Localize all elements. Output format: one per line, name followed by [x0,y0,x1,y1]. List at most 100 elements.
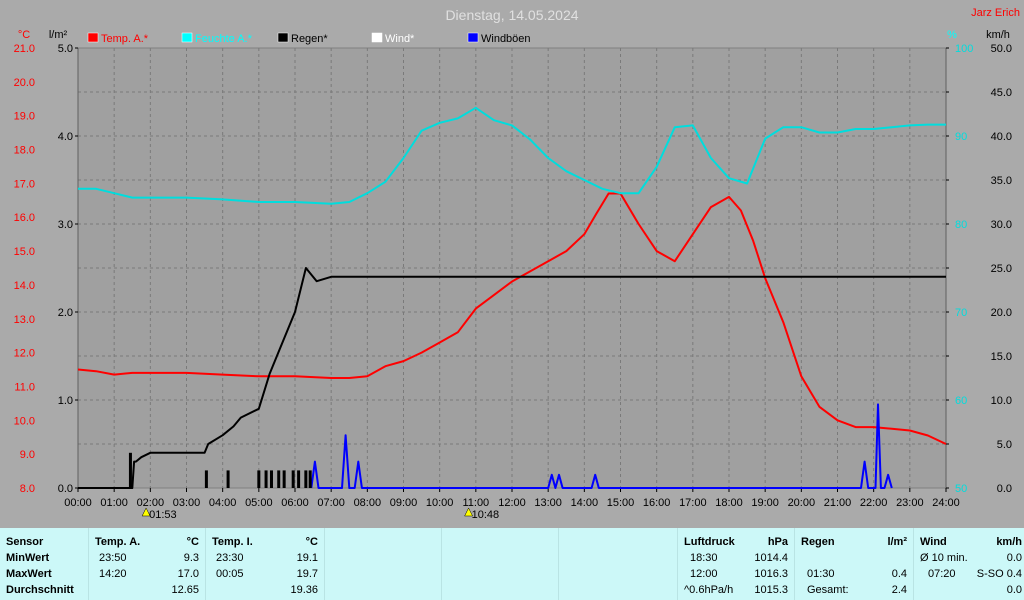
temp-a-max-time: 14:20 [99,568,127,580]
rain-tick-label: 1.0 [58,395,73,407]
temp-unit-label: °C [18,29,30,41]
rain-max-time: 01:30 [807,568,835,580]
rain-total-value: 2.4 [891,584,907,596]
rain-bar [277,470,281,488]
x-tick-label: 20:00 [788,497,816,509]
x-tick-label: 03:00 [173,497,201,509]
temp-i-column: Temp. I. °C 23:30 19.1 00:05 19.7 19.36 [206,528,325,600]
temp-tick-label: 15.0 [14,246,35,258]
legend-label: Feuchte A.* [195,33,253,45]
humidity-tick-label: 90 [955,131,967,143]
x-tick-label: 08:00 [354,497,382,509]
rain-tick-label: 0.0 [58,483,73,495]
temp-tick-label: 16.0 [14,212,35,224]
row-label-min: MinWert [6,552,50,564]
wind-tick-label: 15.0 [991,351,1012,363]
rain-max-value: 0.4 [891,568,907,580]
legend-label: Wind* [385,33,415,45]
temp-tick-label: 12.0 [14,348,35,360]
x-tick-label: 13:00 [534,497,562,509]
x-tick-label: 01:00 [100,497,128,509]
x-tick-label: 16:00 [643,497,671,509]
temp-tick-label: 19.0 [14,111,35,123]
wind-tick-label: 30.0 [991,219,1012,231]
rain-bar [264,470,268,488]
rain-bar [226,470,230,488]
wind-tick-label: 25.0 [991,263,1012,275]
wind-avg10-value: 0.0 [1006,552,1022,564]
wind-tick-label: 50.0 [991,43,1012,55]
legend-swatch [277,32,289,43]
rain-bar [304,470,308,488]
temp-i-min-value: 19.1 [296,552,318,564]
legend-swatch [181,32,193,43]
x-tick-label: 09:00 [390,497,418,509]
x-tick-label: 22:00 [860,497,888,509]
wind-header: Wind [920,536,947,548]
temp-tick-label: 17.0 [14,178,35,190]
legend-label: Windböen [481,33,531,45]
x-tick-label: 05:00 [245,497,273,509]
humidity-tick-label: 70 [955,307,967,319]
rain-bar [204,470,208,488]
wind-tick-label: 10.0 [991,395,1012,407]
wind-tick-label: 40.0 [991,131,1012,143]
pressure-column: Luftdruck hPa 18:30 1014.4 12:00 1016.3 … [678,528,795,600]
temp-tick-label: 8.0 [20,483,35,495]
rain-total-label: Gesamt: [807,584,849,596]
wind-avg-value: 0.0 [1006,584,1022,596]
x-tick-label: 06:00 [281,497,309,509]
x-tick-label: 24:00 [932,497,960,509]
temp-a-header: Temp. A. [95,536,141,548]
x-tick-label: 23:00 [896,497,924,509]
wind-avg10-label: Ø 10 min. [920,552,968,564]
x-tick-label: 21:00 [824,497,852,509]
temp-tick-label: 14.0 [14,280,35,292]
x-tick-label: 11:00 [462,497,489,509]
empty-column-1 [325,528,442,600]
temp-i-min-time: 23:30 [216,552,244,564]
temp-tick-label: 10.0 [14,415,35,427]
temp-a-max-value: 17.0 [177,568,199,580]
rain-tick-label: 5.0 [58,43,73,55]
empty-column-3 [559,528,678,600]
rain-unit: l/m² [887,536,907,548]
sensor-column: Sensor MinWert MaxWert Durchschnitt [0,528,89,600]
rain-bar [297,470,301,488]
x-tick-label: 00:00 [64,497,92,509]
temp-i-max-value: 19.7 [296,568,318,580]
legend-swatch [87,32,99,43]
x-tick-label: 02:00 [137,497,165,509]
pressure-max-value: 1016.3 [754,568,788,580]
temp-i-max-time: 00:05 [216,568,244,580]
pressure-avg-value: 1015.3 [754,584,788,596]
pressure-unit: hPa [767,536,788,548]
humidity-tick-label: 60 [955,395,967,407]
x-tick-label: 07:00 [317,497,345,509]
wind-tick-label: 5.0 [997,439,1012,451]
x-tick-label: 14:00 [571,497,599,509]
author-label: Jarz Erich [971,7,1020,19]
rain-header: Regen [801,536,835,548]
temp-tick-label: 21.0 [14,43,35,55]
pressure-min-time: 18:30 [690,552,718,564]
x-tick-label: 12:00 [498,497,526,509]
rain-bar [282,470,286,488]
x-tick-label: 04:00 [209,497,237,509]
rain-bar [291,470,295,488]
temp-a-column: Temp. A. °C 23:50 9.3 14:20 17.0 12.65 [89,528,206,600]
temp-tick-label: 9.0 [20,449,35,461]
pressure-min-value: 1014.4 [754,552,788,564]
rain-unit-label: l/m² [49,29,68,41]
rain-column: Regen l/m² 01:30 0.4 Gesamt: 2.4 [795,528,914,600]
x-tick-label: 19:00 [751,497,779,509]
x-tick-label: 18:00 [715,497,743,509]
wind-tick-label: 0.0 [997,483,1012,495]
temp-i-avg-value: 19.36 [290,584,318,596]
legend-label: Temp. A.* [101,33,149,45]
pressure-trend: ^0.6hPa/h [684,584,734,596]
pressure-max-time: 12:00 [690,568,718,580]
x-tick-label: 15:00 [607,497,635,509]
legend-swatch [371,32,383,43]
x-tick-label: 17:00 [679,497,707,509]
